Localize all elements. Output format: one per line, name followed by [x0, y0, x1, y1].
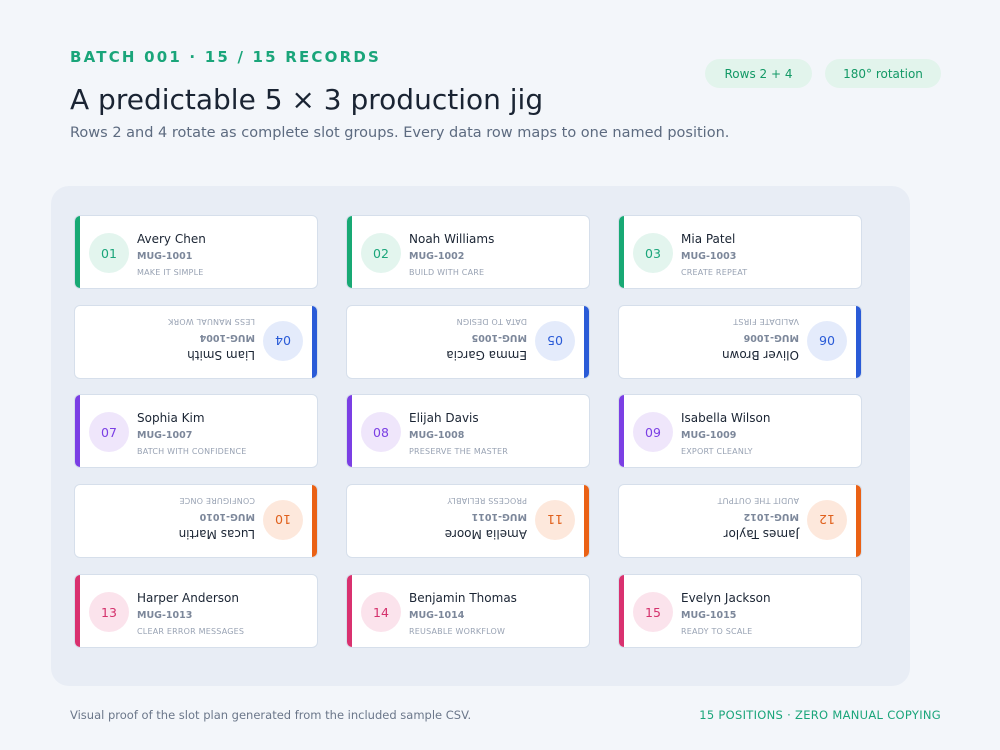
slot-name: Sophia Kim — [137, 411, 205, 425]
slot-accent-bar — [856, 306, 861, 378]
slot-code: MUG-1004 — [199, 332, 255, 343]
slot-accent-bar — [312, 485, 317, 557]
slot-motto: CLEAR ERROR MESSAGES — [137, 627, 245, 636]
slot-code: MUG-1012 — [743, 511, 799, 522]
slot-number-badge: 02 — [361, 233, 401, 273]
slot-name: Lucas Martin — [178, 527, 255, 541]
slot-code: MUG-1010 — [199, 511, 255, 522]
slot-name: Elijah Davis — [409, 411, 479, 425]
slot-card: 02 Noah Williams MUG-1002 BUILD WITH CARE — [346, 215, 590, 289]
slot-motto: PROCESS RELIABLY — [447, 496, 527, 505]
slot-name: Isabella Wilson — [681, 411, 771, 425]
slot-number-badge: 05 — [535, 321, 575, 361]
slot-code: MUG-1013 — [137, 610, 193, 621]
slot-accent-bar — [75, 395, 80, 467]
footer-summary: 15 POSITIONS · ZERO MANUAL COPYING — [699, 708, 941, 722]
slot-motto: AUDIT THE OUTPUT — [717, 496, 799, 505]
slot-name: Mia Patel — [681, 232, 736, 246]
slot-number-badge: 06 — [807, 321, 847, 361]
slot-name: Benjamin Thomas — [409, 591, 517, 605]
slot-motto: BUILD WITH CARE — [409, 268, 485, 277]
slot-number-badge: 01 — [89, 233, 129, 273]
slot-motto: LESS MANUAL WORK — [167, 317, 255, 326]
page-subtitle: Rows 2 and 4 rotate as complete slot gro… — [70, 125, 730, 141]
slot-code: MUG-1015 — [681, 610, 737, 621]
slot-accent-bar — [619, 395, 624, 467]
slot-card: 08 Elijah Davis MUG-1008 PRESERVE THE MASTE… — [346, 394, 590, 468]
slot-code: MUG-1006 — [743, 332, 799, 343]
slot-number-badge: 09 — [633, 412, 673, 452]
slot-accent-bar — [347, 395, 352, 467]
slot-motto: DATA TO DESIGN — [456, 317, 527, 326]
slot-code: MUG-1007 — [137, 430, 193, 441]
slot-code: MUG-1003 — [681, 251, 737, 262]
slot-card: 06 Oliver Brown MUG-1006 VALIDATE FIRST — [618, 305, 862, 379]
slot-number-badge: 03 — [633, 233, 673, 273]
slot-motto: CONFIGURE ONCE — [179, 496, 255, 505]
slot-number-badge: 04 — [263, 321, 303, 361]
slot-motto: EXPORT CLEANLY — [681, 447, 753, 456]
slot-code: MUG-1009 — [681, 430, 737, 441]
slot-name: James Taylor — [723, 527, 799, 541]
slot-name: Amelia Moore — [444, 527, 527, 541]
slot-card: 14 Benjamin Thomas MUG-1014 REUSABLE WORKFL… — [346, 574, 590, 648]
slot-accent-bar — [619, 216, 624, 288]
slot-code: MUG-1014 — [409, 610, 465, 621]
slot-card: 13 Harper Anderson MUG-1013 CLEAR ERROR MES… — [74, 574, 318, 648]
slot-name: Noah Williams — [409, 232, 495, 246]
rows-pill: Rows 2 + 4 — [705, 59, 812, 88]
page-title: A predictable 5 × 3 production jig — [70, 83, 544, 116]
slot-number-badge: 13 — [89, 592, 129, 632]
slot-code: MUG-1008 — [409, 430, 465, 441]
slot-card: 05 Emma Garcia MUG-1005 DATA TO DESIGN — [346, 305, 590, 379]
slot-card: 07 Sophia Kim MUG-1007 BATCH WITH CONFIDENC… — [74, 394, 318, 468]
slot-motto: MAKE IT SIMPLE — [137, 268, 204, 277]
slot-accent-bar — [75, 575, 80, 647]
slot-card: 12 James Taylor MUG-1012 AUDIT THE OUTPUT — [618, 484, 862, 558]
slot-number-badge: 12 — [807, 500, 847, 540]
slot-card: 04 Liam Smith MUG-1004 LESS MANUAL WORK — [74, 305, 318, 379]
slot-motto: REUSABLE WORKFLOW — [409, 627, 506, 636]
slot-accent-bar — [584, 485, 589, 557]
footer-note: Visual proof of the slot plan generated … — [70, 708, 472, 722]
slot-code: MUG-1005 — [471, 332, 527, 343]
slot-accent-bar — [584, 306, 589, 378]
slot-card: 15 Evelyn Jackson MUG-1015 READY TO SCALE — [618, 574, 862, 648]
slot-motto: CREATE REPEAT — [681, 268, 748, 277]
slot-name: Avery Chen — [137, 232, 206, 246]
slot-card: 03 Mia Patel MUG-1003 CREATE REPEAT — [618, 215, 862, 289]
slot-accent-bar — [856, 485, 861, 557]
slot-code: MUG-1002 — [409, 251, 465, 262]
slot-name: Emma Garcia — [446, 348, 527, 362]
slot-motto: READY TO SCALE — [681, 627, 753, 636]
slot-card: 10 Lucas Martin MUG-1010 CONFIGURE ONCE — [74, 484, 318, 558]
slot-name: Liam Smith — [187, 348, 255, 362]
slot-number-badge: 11 — [535, 500, 575, 540]
slot-name: Harper Anderson — [137, 591, 240, 605]
batch-eyebrow: BATCH 001 · 15 / 15 RECORDS — [70, 48, 382, 66]
slot-motto: VALIDATE FIRST — [733, 317, 799, 326]
slot-name: Evelyn Jackson — [681, 591, 771, 605]
slot-number-badge: 07 — [89, 412, 129, 452]
slot-number-badge: 14 — [361, 592, 401, 632]
slot-card: 11 Amelia Moore MUG-1011 PROCESS RELIABLY — [346, 484, 590, 558]
jig-board: 01 Avery Chen MUG-1001 MAKE IT SIMPLE 02 Noah… — [51, 186, 910, 686]
slot-name: Oliver Brown — [721, 348, 799, 362]
slot-code: MUG-1011 — [471, 511, 527, 522]
slot-code: MUG-1001 — [137, 251, 193, 262]
slot-accent-bar — [75, 216, 80, 288]
slot-card: 01 Avery Chen MUG-1001 MAKE IT SIMPLE — [74, 215, 318, 289]
rotation-pill: 180° rotation — [825, 59, 941, 88]
slot-motto: BATCH WITH CONFIDENCE — [137, 447, 247, 456]
slot-accent-bar — [347, 575, 352, 647]
slot-number-badge: 10 — [263, 500, 303, 540]
slot-card: 09 Isabella Wilson MUG-1009 EXPORT CLEANLY — [618, 394, 862, 468]
slot-motto: PRESERVE THE MASTER — [409, 447, 509, 456]
slot-accent-bar — [312, 306, 317, 378]
slot-accent-bar — [619, 575, 624, 647]
slot-number-badge: 08 — [361, 412, 401, 452]
slot-accent-bar — [347, 216, 352, 288]
slot-number-badge: 15 — [633, 592, 673, 632]
